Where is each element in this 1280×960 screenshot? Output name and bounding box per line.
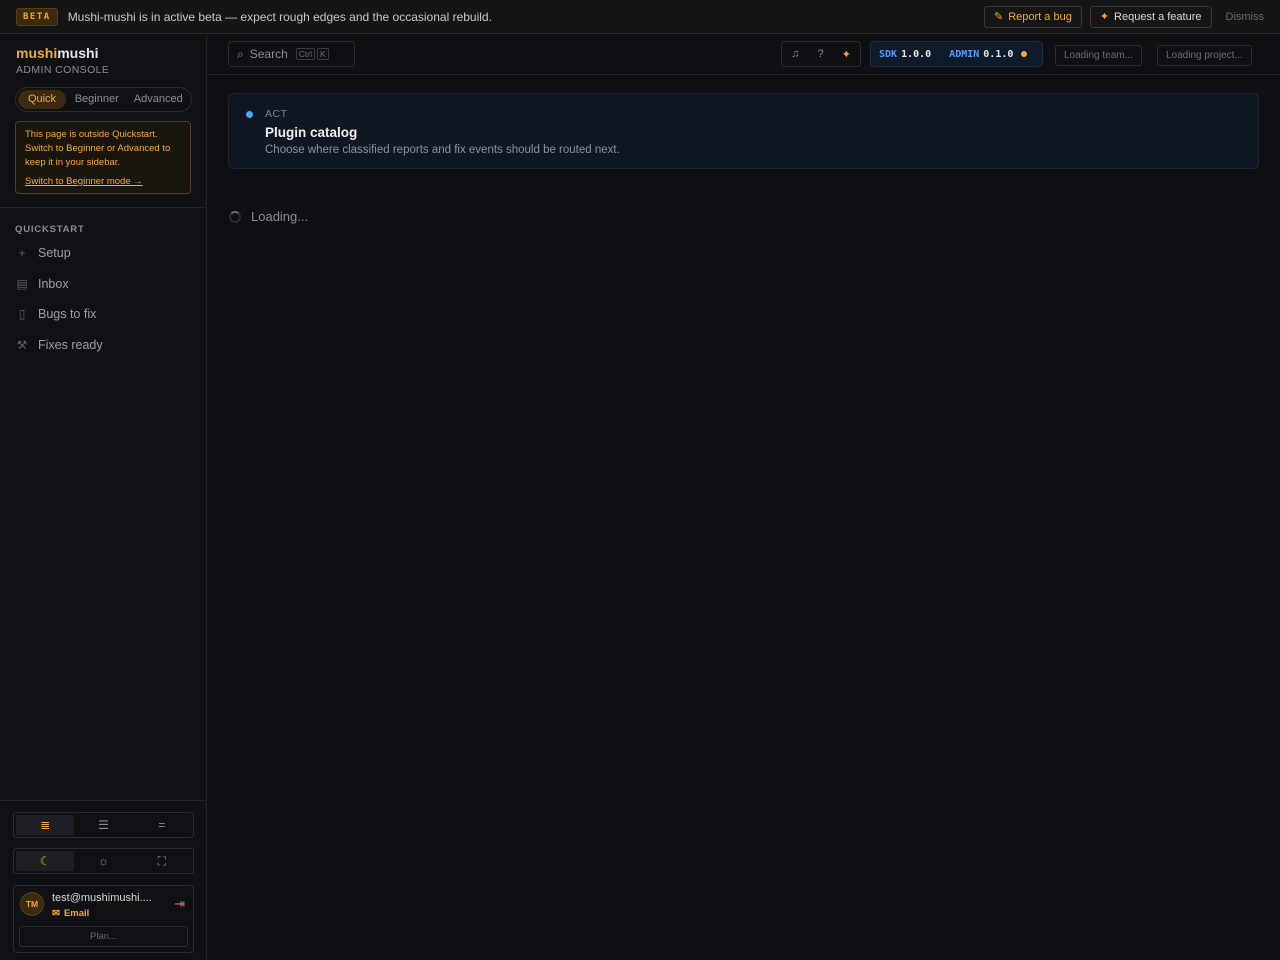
- topbar-icon-group: ♫ ? ✦: [781, 41, 861, 67]
- section-title: QUICKSTART: [15, 224, 85, 235]
- plan-button[interactable]: Plan...: [19, 926, 188, 947]
- sidebar-item-label: Setup: [38, 246, 71, 261]
- auth-method: ✉ Email: [52, 908, 89, 919]
- theme-switch: ☾ ☼ ⛶: [13, 848, 194, 874]
- sidebar-item-inbox[interactable]: ▤ Inbox: [15, 269, 192, 300]
- mail-icon: ✉: [52, 908, 60, 919]
- brand-name-part-b: mushi: [57, 45, 99, 61]
- search-placeholder: Search: [249, 47, 288, 61]
- density-compact-icon[interactable]: ≣: [16, 815, 75, 835]
- team-selector[interactable]: Loading team...: [1055, 45, 1142, 66]
- page-header-card: ACT Plugin catalog Choose where classifi…: [228, 93, 1259, 169]
- brand-subtitle: ADMIN CONSOLE: [16, 64, 110, 76]
- sidebar-item-label: Inbox: [38, 276, 69, 291]
- bug-icon: ✎: [994, 11, 1004, 23]
- sidebar-item-bugs-to-fix[interactable]: ▯ Bugs to fix: [15, 299, 192, 330]
- brand-name-part-a: mushi: [16, 45, 58, 61]
- search-shortcut: Ctrl K: [295, 48, 329, 60]
- sidebar-item-label: Bugs to fix: [38, 307, 97, 322]
- avatar[interactable]: TM: [20, 892, 44, 916]
- search-input[interactable]: ⌕ Search Ctrl K: [228, 41, 355, 67]
- sdk-version: 1.0.0: [901, 48, 932, 60]
- admin-label: ADMIN: [949, 48, 980, 60]
- beta-banner: BETA Mushi-mushi is in active beta — exp…: [0, 0, 1280, 34]
- mode-beginner[interactable]: Beginner: [66, 90, 128, 109]
- kbd-ctrl: Ctrl: [295, 48, 315, 60]
- sun-icon[interactable]: ☼: [74, 851, 132, 871]
- user-email: test@mushimushi....: [52, 892, 152, 904]
- wrench-icon: ⚒: [16, 337, 28, 352]
- request-feature-label: Request a feature: [1114, 10, 1202, 23]
- auth-method-label: Email: [63, 908, 90, 919]
- page-title: Plugin catalog: [265, 125, 358, 140]
- inbox-icon: ▤: [16, 276, 28, 291]
- sidebar-item-label: Fixes ready: [38, 337, 103, 352]
- density-switch: ≣ ☰ =: [13, 812, 194, 838]
- brand[interactable]: mushimushi ADMIN CONSOLE: [16, 45, 109, 76]
- sidebar-item-fixes-ready[interactable]: ⚒ Fixes ready: [15, 330, 192, 361]
- page-stage-tag: ACT: [265, 108, 288, 120]
- switch-beginner-link[interactable]: Switch to Beginner mode →: [25, 175, 181, 189]
- search-icon: ⌕: [237, 46, 244, 61]
- kbd-k: K: [317, 48, 329, 60]
- report-bug-label: Report a bug: [1008, 10, 1072, 23]
- help-icon[interactable]: ?: [817, 48, 823, 60]
- quickstart-nav: + Setup ▤ Inbox ▯ Bugs to fix ⚒ Fixes re…: [15, 238, 192, 360]
- beta-badge: BETA: [16, 7, 58, 26]
- mode-advanced[interactable]: Advanced: [128, 90, 190, 109]
- sidebar-item-setup[interactable]: + Setup: [15, 238, 192, 269]
- brand-name: mushimushi: [16, 45, 109, 61]
- topbar: ⌕ Search Ctrl K ♫ ? ✦ SDK 1.0.0 ADMIN 0.…: [208, 35, 1280, 75]
- sdk-label: SDK: [879, 48, 898, 60]
- density-comfortable-icon[interactable]: ☰: [74, 815, 132, 835]
- sparkle-icon[interactable]: ✦: [842, 48, 851, 61]
- mode-switch: Quick Beginner Advanced: [15, 87, 192, 112]
- status-dot: [1021, 51, 1028, 57]
- bell-icon[interactable]: ♫: [791, 48, 799, 60]
- dismiss-button[interactable]: Dismiss: [1226, 11, 1265, 23]
- beta-actions: ✎ Report a bug ✦ Request a feature Dismi…: [984, 5, 1265, 28]
- sidebar-bottom-divider: [0, 800, 207, 801]
- plus-icon: +: [18, 246, 26, 261]
- report-bug-button[interactable]: ✎ Report a bug: [984, 5, 1082, 28]
- system-theme-icon[interactable]: ⛶: [133, 851, 191, 871]
- document-icon: ▯: [18, 307, 26, 322]
- sidebar-divider: [0, 207, 207, 208]
- user-card: TM test@mushimushi.... ✉ Email ⇥ Plan...: [13, 885, 194, 953]
- admin-version: 0.1.0: [983, 48, 1014, 60]
- loading-text: Loading...: [251, 209, 309, 224]
- loading-indicator: Loading...: [229, 209, 308, 224]
- project-selector[interactable]: Loading project...: [1157, 45, 1252, 66]
- logout-icon[interactable]: ⇥: [174, 896, 185, 912]
- request-feature-button[interactable]: ✦ Request a feature: [1089, 5, 1212, 28]
- version-badge: SDK 1.0.0 ADMIN 0.1.0: [870, 41, 1043, 67]
- quickstart-notice: This page is outside Quickstart. Switch …: [15, 121, 191, 194]
- sparkle-icon: ✦: [1099, 11, 1110, 23]
- density-spacious-icon[interactable]: =: [133, 815, 191, 835]
- status-dot: [246, 111, 253, 118]
- page-description: Choose where classified reports and fix …: [265, 144, 620, 156]
- sidebar: mushimushi ADMIN CONSOLE Quick Beginner …: [0, 35, 207, 960]
- moon-icon[interactable]: ☾: [16, 851, 75, 871]
- notice-text: This page is outside Quickstart. Switch …: [25, 129, 171, 168]
- mode-quick[interactable]: Quick: [18, 90, 66, 109]
- spinner-icon: [229, 210, 241, 223]
- beta-message: Mushi-mushi is in active beta — expect r…: [67, 9, 492, 24]
